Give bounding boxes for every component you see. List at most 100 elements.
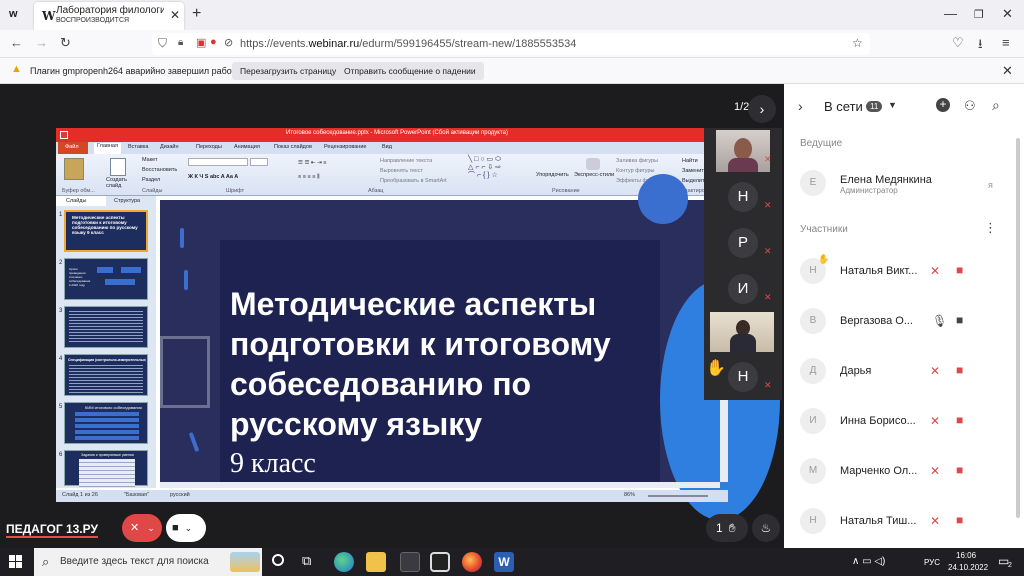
firefox-icon[interactable] <box>462 552 482 572</box>
slide-thumbnail[interactable]: Спецификация (контрольно-измерительных) … <box>64 354 148 396</box>
system-tray-icons[interactable]: ∧ ▭ ◁) <box>852 556 885 567</box>
slide-thumbnail[interactable] <box>64 306 148 348</box>
file-explorer-icon[interactable] <box>366 552 386 572</box>
camera-off-icon[interactable]: ■ <box>956 363 963 377</box>
video-tile[interactable] <box>704 310 782 356</box>
slide-thumbnail[interactable]: КИМ итогового собеседования <box>64 402 148 444</box>
windows-start-icon[interactable] <box>9 555 22 568</box>
send-crash-report-button[interactable]: Отправить сообщение о падении <box>336 62 484 80</box>
video-tile[interactable]: И ✕ <box>704 266 782 312</box>
reload-icon[interactable]: ↻ <box>60 35 71 51</box>
mic-off-icon[interactable]: ✕ <box>930 364 940 378</box>
camera-off-icon[interactable]: ■ <box>956 463 963 477</box>
reload-page-button[interactable]: Перезагрузить страницу <box>232 62 345 80</box>
mic-off-icon[interactable]: ✕ <box>930 264 940 278</box>
tab-outline[interactable]: Структура <box>106 198 140 204</box>
ppt-tab-insert[interactable]: Вставка <box>128 144 148 150</box>
chevron-down-icon[interactable]: ▼ <box>888 100 897 110</box>
group-icon[interactable]: ⚇ <box>964 98 976 114</box>
zoom-slider[interactable] <box>648 495 708 497</box>
ppt-tab-transitions[interactable]: Переходы <box>196 144 222 150</box>
slide-thumbnail[interactable]: Сроки проведения итогового собеседования… <box>64 258 148 300</box>
quick-styles-icon[interactable] <box>586 158 600 170</box>
slide-thumbnail[interactable]: Задания и проверяемые умения <box>64 450 148 487</box>
firefox-view-icon[interactable]: w <box>9 8 18 20</box>
video-tile[interactable]: ✕ <box>704 128 782 174</box>
tab-slides[interactable]: Слайды <box>56 196 106 206</box>
edge-icon[interactable] <box>334 552 354 572</box>
ppt-tab-home[interactable]: Главная <box>94 143 121 154</box>
new-slide-icon[interactable] <box>110 158 126 176</box>
video-tile[interactable]: Н ✕ <box>704 174 782 220</box>
ppt-shape-fill[interactable]: Заливка фигуры <box>616 158 658 164</box>
video-tile[interactable]: Р ✕ <box>704 220 782 266</box>
camera-off-icon[interactable]: ■ <box>956 513 963 527</box>
cortana-icon[interactable] <box>272 554 284 566</box>
microphone-icon[interactable]: ● <box>210 36 217 48</box>
mic-off-icon[interactable]: ✕ <box>930 464 940 478</box>
store-icon[interactable] <box>400 552 420 572</box>
add-participant-icon[interactable]: + <box>936 98 950 112</box>
pocket-icon[interactable]: ♡ <box>952 35 964 51</box>
ppt-section[interactable]: Раздел <box>142 177 160 183</box>
microphone-icon[interactable]: 🎙︎ <box>932 314 947 328</box>
browser-tab[interactable]: W Лаборатория филологическо ВОСПРОИЗВОДИ… <box>34 2 184 30</box>
ppt-convert-smartart[interactable]: Преобразовать в SmartArt <box>380 178 447 184</box>
ppt-tab-animation[interactable]: Анимация <box>234 144 260 150</box>
close-tab-icon[interactable]: ✕ <box>170 8 180 22</box>
mic-off-icon[interactable]: ✕ <box>930 514 940 528</box>
paste-icon[interactable] <box>64 158 84 180</box>
bookmark-star-icon[interactable]: ☆ <box>852 36 863 50</box>
camera-icon[interactable]: ▣ <box>196 36 206 49</box>
video-tile[interactable]: ✋ Н ✕ <box>704 354 782 400</box>
ppt-text-direction[interactable]: Направление текста <box>380 158 432 164</box>
paragraph-icons[interactable]: ☰ ☰ ⇤ ⇥ ≡ <box>298 160 326 166</box>
font-size-box[interactable] <box>250 158 268 166</box>
slide-thumbnail[interactable]: Методические аспекты подготовки к итогов… <box>64 210 148 252</box>
clock-time[interactable]: 16:06 <box>956 551 976 560</box>
panel-scrollbar[interactable] <box>1016 138 1020 518</box>
video-camera-icon[interactable]: ■ <box>956 313 963 327</box>
shield-icon[interactable]: ⛉ <box>158 36 167 51</box>
horizontal-scrollbar[interactable] <box>160 482 720 488</box>
mic-off-icon[interactable]: ✕ <box>930 414 940 428</box>
menu-icon[interactable]: ≡ <box>1002 35 1010 50</box>
new-tab-icon[interactable]: + <box>192 5 201 23</box>
ppt-tab-view[interactable]: Вид <box>382 144 392 150</box>
list-item[interactable]: Н ✋ Наталья Викт... ✕ ■ <box>784 254 1008 286</box>
ppt-quick-styles[interactable]: Экспресс-стили <box>574 172 614 178</box>
minimize-icon[interactable]: — <box>944 6 957 21</box>
ppt-tab-review[interactable]: Рецензирование <box>324 144 366 150</box>
list-item[interactable]: Н Наталья Тиш... ✕ ■ <box>784 508 1008 536</box>
ppt-new-slide[interactable]: Создать слайд <box>106 177 130 189</box>
taskbar-search-input[interactable]: ⌕ Введите здесь текст для поиска <box>34 548 262 576</box>
shapes-gallery[interactable]: ╲ □ ○ ▭ ⬭ △ ⌐ ⌐ ⇩ ⇨ ⌒ ⌐ { } ☆ <box>468 156 501 180</box>
word-icon[interactable]: W <box>494 552 514 572</box>
close-window-icon[interactable]: ✕ <box>1002 6 1013 22</box>
paragraph-align-icons[interactable]: ≡ ≡ ≡ ≡ ⫼ <box>298 174 319 181</box>
ppt-align-text[interactable]: Выровнять текст <box>380 168 423 174</box>
ppt-replace[interactable]: Заменить <box>682 168 707 174</box>
raise-hand-button[interactable]: 1 ✋︎ <box>706 514 748 542</box>
autoplay-blocked-icon[interactable]: ⊘ <box>224 36 233 49</box>
forward-icon[interactable]: → <box>35 35 48 50</box>
list-item[interactable]: В Вергазова О... 🎙︎ ■ <box>784 308 1008 336</box>
address-bar[interactable]: ⛉ 🔒︎ ▣ ● ⊘ https://events.webinar.ru/edu… <box>152 33 870 55</box>
collapse-panel-icon[interactable]: › <box>798 98 803 114</box>
downloads-icon[interactable]: ⭳ <box>978 35 983 57</box>
camera-off-icon[interactable]: ■ <box>956 263 963 277</box>
lock-icon[interactable]: 🔒︎ <box>178 37 183 48</box>
list-item[interactable]: И Инна Борисо... ✕ ■ <box>784 408 1008 436</box>
ppt-tab-slideshow[interactable]: Показ слайдов <box>274 144 312 150</box>
ppt-shape-outline[interactable]: Контур фигуры <box>616 168 654 174</box>
font-format-icons[interactable]: Ж К Ч S abc A Aa A <box>188 174 238 180</box>
search-icon[interactable]: ⌕ <box>992 97 1000 114</box>
back-icon[interactable]: ← <box>10 35 23 50</box>
camera-toggle-button[interactable]: ■ ⌄ <box>166 514 206 542</box>
next-page-button[interactable]: › <box>748 95 776 123</box>
list-item[interactable]: Д Дарья ✕ ■ <box>784 358 1008 386</box>
ppt-layout[interactable]: Макет <box>142 157 158 163</box>
ppt-tab-design[interactable]: Дизайн <box>160 144 179 150</box>
font-box[interactable] <box>188 158 248 166</box>
camera-off-icon[interactable]: ■ <box>956 413 963 427</box>
